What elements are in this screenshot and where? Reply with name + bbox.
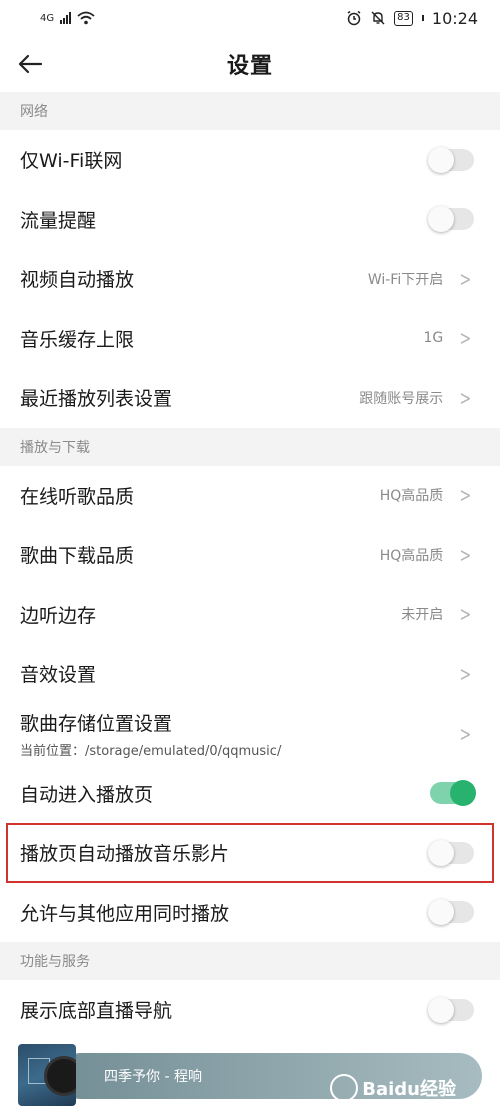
setting-label: 边听边存 xyxy=(20,604,97,627)
setting-label: 允许与其他应用同时播放 xyxy=(20,902,230,925)
setting-online-quality[interactable]: 在线听歌品质 HQ高品质 > xyxy=(0,466,500,526)
setting-value: Wi-Fi下开启 xyxy=(367,271,444,288)
setting-value: 未开启 xyxy=(401,607,444,624)
setting-label: 仅Wi-Fi联网 xyxy=(20,150,123,173)
storage-path: 当前位置：/storage/emulated/0/qqmusic/ xyxy=(20,743,282,759)
setting-label: 歌曲下载品质 xyxy=(20,545,135,568)
setting-label: 流量提醒 xyxy=(20,209,97,232)
section-header-playback: 播放与下载 xyxy=(0,427,500,466)
setting-recent-playlist[interactable]: 最近播放列表设置 跟随账号展示 > xyxy=(0,368,500,428)
setting-label: 视频自动播放 xyxy=(20,269,135,292)
setting-value: HQ高品质 xyxy=(379,488,444,505)
setting-music-cache[interactable]: 音乐缓存上限 1G > xyxy=(0,309,500,369)
setting-value: 跟随账号展示 xyxy=(359,390,444,407)
section-header-services: 功能与服务 xyxy=(0,942,500,980)
battery-tip xyxy=(421,15,424,21)
setting-label: 音乐缓存上限 xyxy=(20,328,135,351)
back-arrow-icon xyxy=(18,54,43,74)
setting-label: 在线听歌品质 xyxy=(20,485,135,508)
vinyl-disc-icon xyxy=(44,1056,76,1096)
watermark-brand: Baidu经验 xyxy=(362,1079,456,1100)
battery-icon: 83 xyxy=(394,10,413,26)
wifi-icon xyxy=(77,11,95,25)
signal-group: 4G xyxy=(40,11,95,25)
setting-video-autoplay[interactable]: 视频自动播放 Wi-Fi下开启 > xyxy=(0,249,500,309)
mute-bell-icon xyxy=(371,11,385,25)
watermark: Baidu经验 jingyan.baidu.com xyxy=(330,1074,456,1108)
chevron-right-icon: > xyxy=(459,542,472,567)
wifi-only-toggle[interactable] xyxy=(428,146,474,173)
status-bar: 4G 83 10:24 xyxy=(0,0,500,36)
setting-label: 展示底部直播导航 xyxy=(20,1000,173,1023)
status-time: 10:24 xyxy=(431,8,478,28)
setting-auto-enter-player[interactable]: 自动进入播放页 xyxy=(0,764,500,824)
setting-data-alert[interactable]: 流量提醒 xyxy=(0,190,500,250)
chevron-right-icon: > xyxy=(459,602,472,627)
setting-storage-location[interactable]: 歌曲存储位置设置 当前位置：/storage/emulated/0/qqmusi… xyxy=(0,704,500,764)
setting-value: 1G xyxy=(423,330,444,347)
setting-listen-cache[interactable]: 边听边存 未开启 > xyxy=(0,585,500,645)
chevron-right-icon: > xyxy=(459,721,472,746)
auto-play-mv-toggle[interactable] xyxy=(428,839,474,866)
setting-label: 音效设置 xyxy=(20,664,97,687)
data-alert-toggle[interactable] xyxy=(428,206,474,233)
chevron-right-icon: > xyxy=(459,483,472,508)
auto-enter-player-toggle[interactable] xyxy=(430,780,476,807)
signal-icon xyxy=(60,12,72,24)
setting-download-quality[interactable]: 歌曲下载品质 HQ高品质 > xyxy=(0,525,500,585)
setting-label: 播放页自动播放音乐影片 xyxy=(20,843,230,866)
chevron-right-icon: > xyxy=(459,326,472,351)
setting-value: HQ高品质 xyxy=(379,547,444,564)
album-cover[interactable] xyxy=(18,1044,76,1106)
setting-label: 自动进入播放页 xyxy=(20,783,154,806)
status-right: 83 10:24 xyxy=(346,9,478,28)
chevron-right-icon: > xyxy=(459,385,472,410)
battery-level: 83 xyxy=(397,12,410,23)
app-header: 设置 xyxy=(0,36,500,92)
alarm-icon xyxy=(347,10,361,26)
setting-auto-play-mv[interactable]: 播放页自动播放音乐影片 xyxy=(6,823,494,883)
setting-label: 最近播放列表设置 xyxy=(20,388,173,411)
watermark-url: jingyan.baidu.com xyxy=(382,1099,456,1108)
setting-wifi-only[interactable]: 仅Wi-Fi联网 xyxy=(0,130,500,190)
allow-simultaneous-toggle[interactable] xyxy=(428,899,474,926)
live-nav-toggle[interactable] xyxy=(428,996,474,1023)
page-title: 设置 xyxy=(226,54,273,79)
now-playing-track: 四季予你 - 程响 xyxy=(104,1069,202,1085)
setting-label: 歌曲存储位置设置 xyxy=(20,712,173,735)
section-header-network: 网络 xyxy=(0,92,500,130)
network-type: 4G xyxy=(40,12,55,24)
chevron-right-icon: > xyxy=(459,661,472,686)
setting-allow-simultaneous[interactable]: 允许与其他应用同时播放 xyxy=(0,883,500,943)
setting-sound-effects[interactable]: 音效设置 > xyxy=(0,644,500,704)
setting-live-nav[interactable]: 展示底部直播导航 xyxy=(0,980,500,1040)
mini-player[interactable]: 四季予你 - 程响 Baidu经验 jingyan.baidu.com xyxy=(18,1044,482,1108)
back-button[interactable] xyxy=(10,44,50,84)
paw-logo-icon xyxy=(330,1074,359,1102)
chevron-right-icon: > xyxy=(459,266,472,291)
